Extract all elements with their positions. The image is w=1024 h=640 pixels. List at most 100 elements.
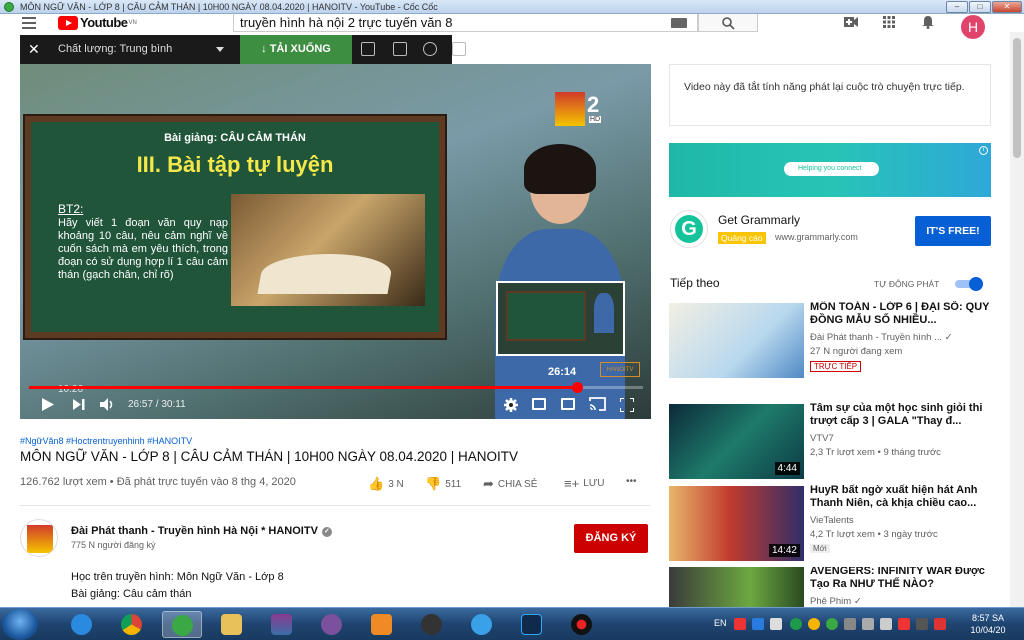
tray-icon[interactable] bbox=[770, 618, 782, 630]
autoplay-toggle[interactable] bbox=[955, 277, 983, 291]
taskbar-coccoc[interactable] bbox=[162, 611, 202, 638]
rec-meta: 2,3 Tr lượt xem • 9 tháng trước bbox=[810, 447, 941, 458]
next-icon[interactable] bbox=[73, 399, 85, 410]
taskbar-cloud[interactable] bbox=[462, 611, 502, 638]
view-count: 126.762 lượt xem • Đã phát trực tuyến và… bbox=[20, 476, 296, 488]
taskbar-photoshop[interactable] bbox=[512, 611, 552, 638]
taskbar-winrar[interactable] bbox=[262, 611, 302, 638]
recommended-video[interactable]: 4:44 Tâm sự của một học sinh giỏi thi tr… bbox=[669, 402, 999, 482]
start-button[interactable] bbox=[2, 609, 38, 640]
taskbar-chrome[interactable] bbox=[112, 611, 152, 638]
tray-icon[interactable] bbox=[808, 618, 820, 630]
chevron-down-icon[interactable] bbox=[216, 47, 224, 52]
rec-title[interactable]: HuyR bất ngờ xuất hiện hát Anh Thanh Niê… bbox=[810, 484, 990, 511]
user-avatar[interactable]: H bbox=[961, 15, 985, 39]
play-icon[interactable] bbox=[42, 398, 54, 411]
taskbar-explorer[interactable] bbox=[212, 611, 252, 638]
miniplayer-icon[interactable] bbox=[532, 398, 546, 410]
video-thumbnail[interactable] bbox=[669, 303, 804, 378]
menu-icon[interactable] bbox=[22, 17, 36, 29]
grammarly-letter: G bbox=[675, 215, 703, 243]
close-window-button[interactable]: ✕ bbox=[992, 1, 1022, 13]
minimize-button[interactable]: – bbox=[946, 1, 968, 13]
tray-icon[interactable] bbox=[934, 618, 946, 630]
share-button[interactable]: ➦ CHIA SẺ bbox=[483, 476, 537, 492]
theater-mode-icon[interactable] bbox=[561, 398, 575, 410]
volume-tray-icon[interactable] bbox=[880, 618, 892, 630]
rec-channel[interactable]: Phê Phim ✓ bbox=[810, 596, 862, 607]
keyboard-icon[interactable] bbox=[671, 18, 687, 28]
recommended-video[interactable]: MÔN TOÁN - LỚP 6 | ĐẠI SỐ: QUY ĐỒNG MẪU … bbox=[669, 301, 999, 381]
notifications-bell-icon[interactable] bbox=[920, 16, 936, 30]
taskbar-viber[interactable] bbox=[312, 611, 352, 638]
search-button[interactable] bbox=[698, 14, 758, 32]
open-external-icon[interactable] bbox=[361, 42, 375, 56]
tray-icon[interactable] bbox=[916, 618, 928, 630]
create-video-icon[interactable] bbox=[843, 16, 859, 30]
ad-cta-button[interactable]: IT'S FREE! bbox=[915, 216, 991, 246]
youtube-play-icon bbox=[58, 15, 78, 30]
taskbar-ie[interactable] bbox=[62, 611, 102, 638]
progress-bar[interactable] bbox=[29, 382, 643, 393]
cast-icon[interactable] bbox=[589, 397, 606, 411]
channel-name[interactable]: Đài Phát thanh - Truyền hình Hà Nội * HA… bbox=[71, 525, 332, 537]
subscriber-count: 775 N người đăng ký bbox=[71, 540, 156, 550]
progress-fill bbox=[29, 386, 578, 389]
video-thumbnail[interactable]: 14:42 bbox=[669, 486, 804, 561]
description-line-2: Bài giảng: Câu cảm thán bbox=[71, 588, 192, 600]
skip-icon[interactable] bbox=[452, 42, 466, 56]
ad-banner[interactable]: Helping you connect i bbox=[669, 143, 991, 197]
youtube-logo[interactable]: Youtube VN bbox=[58, 15, 137, 30]
rec-channel[interactable]: VTV7 bbox=[810, 433, 834, 444]
like-button[interactable]: 👍 3 N bbox=[368, 476, 404, 492]
ad-info-icon[interactable]: i bbox=[979, 146, 988, 155]
search-input[interactable]: truyền hình hà nội 2 trực tuyến văn 8 bbox=[233, 14, 698, 32]
video-thumbnail[interactable] bbox=[669, 567, 804, 607]
tray-icon[interactable] bbox=[844, 618, 856, 630]
save-button[interactable]: ≡+ LƯU bbox=[564, 476, 605, 491]
page-scrollbar[interactable] bbox=[1010, 32, 1024, 607]
rec-title[interactable]: AVENGERS: INFINITY WAR Được Tạo Ra NHƯ T… bbox=[810, 567, 990, 592]
rec-channel[interactable]: VieTalents bbox=[810, 515, 854, 526]
rec-channel[interactable]: Đài Phát thanh - Truyền hình ... ✓ bbox=[810, 332, 953, 343]
ad-badge: Quảng cáo bbox=[718, 232, 766, 244]
description-line-1: Học trên truyền hình: Môn Ngữ Văn - Lớp … bbox=[71, 571, 284, 583]
rec-title[interactable]: Tâm sự của một học sinh giỏi thi trượt c… bbox=[810, 402, 990, 429]
pip-icon[interactable] bbox=[393, 42, 407, 56]
settings-gear-icon[interactable] bbox=[504, 398, 518, 412]
grammarly-icon[interactable]: G bbox=[670, 210, 708, 248]
ad-title[interactable]: Get Grammarly bbox=[718, 213, 800, 227]
rec-title[interactable]: MÔN TOÁN - LỚP 6 | ĐẠI SỐ: QUY ĐỒNG MẪU … bbox=[810, 301, 990, 328]
subscribe-button[interactable]: ĐĂNG KÝ bbox=[574, 524, 648, 553]
taskbar-media[interactable] bbox=[362, 611, 402, 638]
apps-grid-icon[interactable] bbox=[881, 16, 897, 30]
video-player[interactable]: Bài giảng: CÂU CẢM THÁN III. Bài tập tự … bbox=[20, 64, 651, 419]
language-indicator[interactable]: EN bbox=[714, 618, 727, 628]
taskbar-recorder[interactable] bbox=[562, 611, 602, 638]
tray-icon[interactable] bbox=[898, 618, 910, 630]
quality-select[interactable]: Chất lượng: Trung bình bbox=[58, 43, 172, 55]
tray-icon[interactable] bbox=[790, 618, 802, 630]
channel-avatar[interactable] bbox=[20, 519, 58, 557]
taskbar-app[interactable] bbox=[412, 611, 452, 638]
download-button[interactable]: ↓ TẢI XUỐNG bbox=[240, 35, 352, 64]
system-clock[interactable]: 8:57 SA 10/04/20 bbox=[966, 612, 1010, 636]
recommended-video[interactable]: 14:42 HuyR bất ngờ xuất hiện hát Anh Tha… bbox=[669, 484, 999, 564]
fullscreen-icon[interactable] bbox=[620, 398, 634, 412]
board-exercise: BT2: bbox=[58, 202, 84, 216]
video-thumbnail[interactable]: 4:44 bbox=[669, 404, 804, 479]
maximize-button[interactable]: □ bbox=[969, 1, 991, 13]
scrollbar-thumb[interactable] bbox=[1013, 38, 1021, 158]
close-toolbar-button[interactable]: ✕ bbox=[28, 41, 40, 58]
light-bulb-icon[interactable] bbox=[423, 42, 437, 56]
tray-icon[interactable] bbox=[826, 618, 838, 630]
tray-icon[interactable] bbox=[752, 618, 764, 630]
hashtags[interactable]: #NgữVăn8 #Hoctrentruyenhinh #HANOITV bbox=[20, 436, 192, 446]
network-icon[interactable] bbox=[862, 618, 874, 630]
dislike-button[interactable]: 👎 511 bbox=[425, 476, 461, 492]
recommended-video[interactable]: AVENGERS: INFINITY WAR Được Tạo Ra NHƯ T… bbox=[669, 567, 999, 607]
more-actions-button[interactable]: ••• bbox=[626, 476, 637, 487]
volume-icon[interactable] bbox=[100, 398, 114, 411]
channel-number: 2 bbox=[587, 92, 600, 117]
tray-icon[interactable] bbox=[734, 618, 746, 630]
